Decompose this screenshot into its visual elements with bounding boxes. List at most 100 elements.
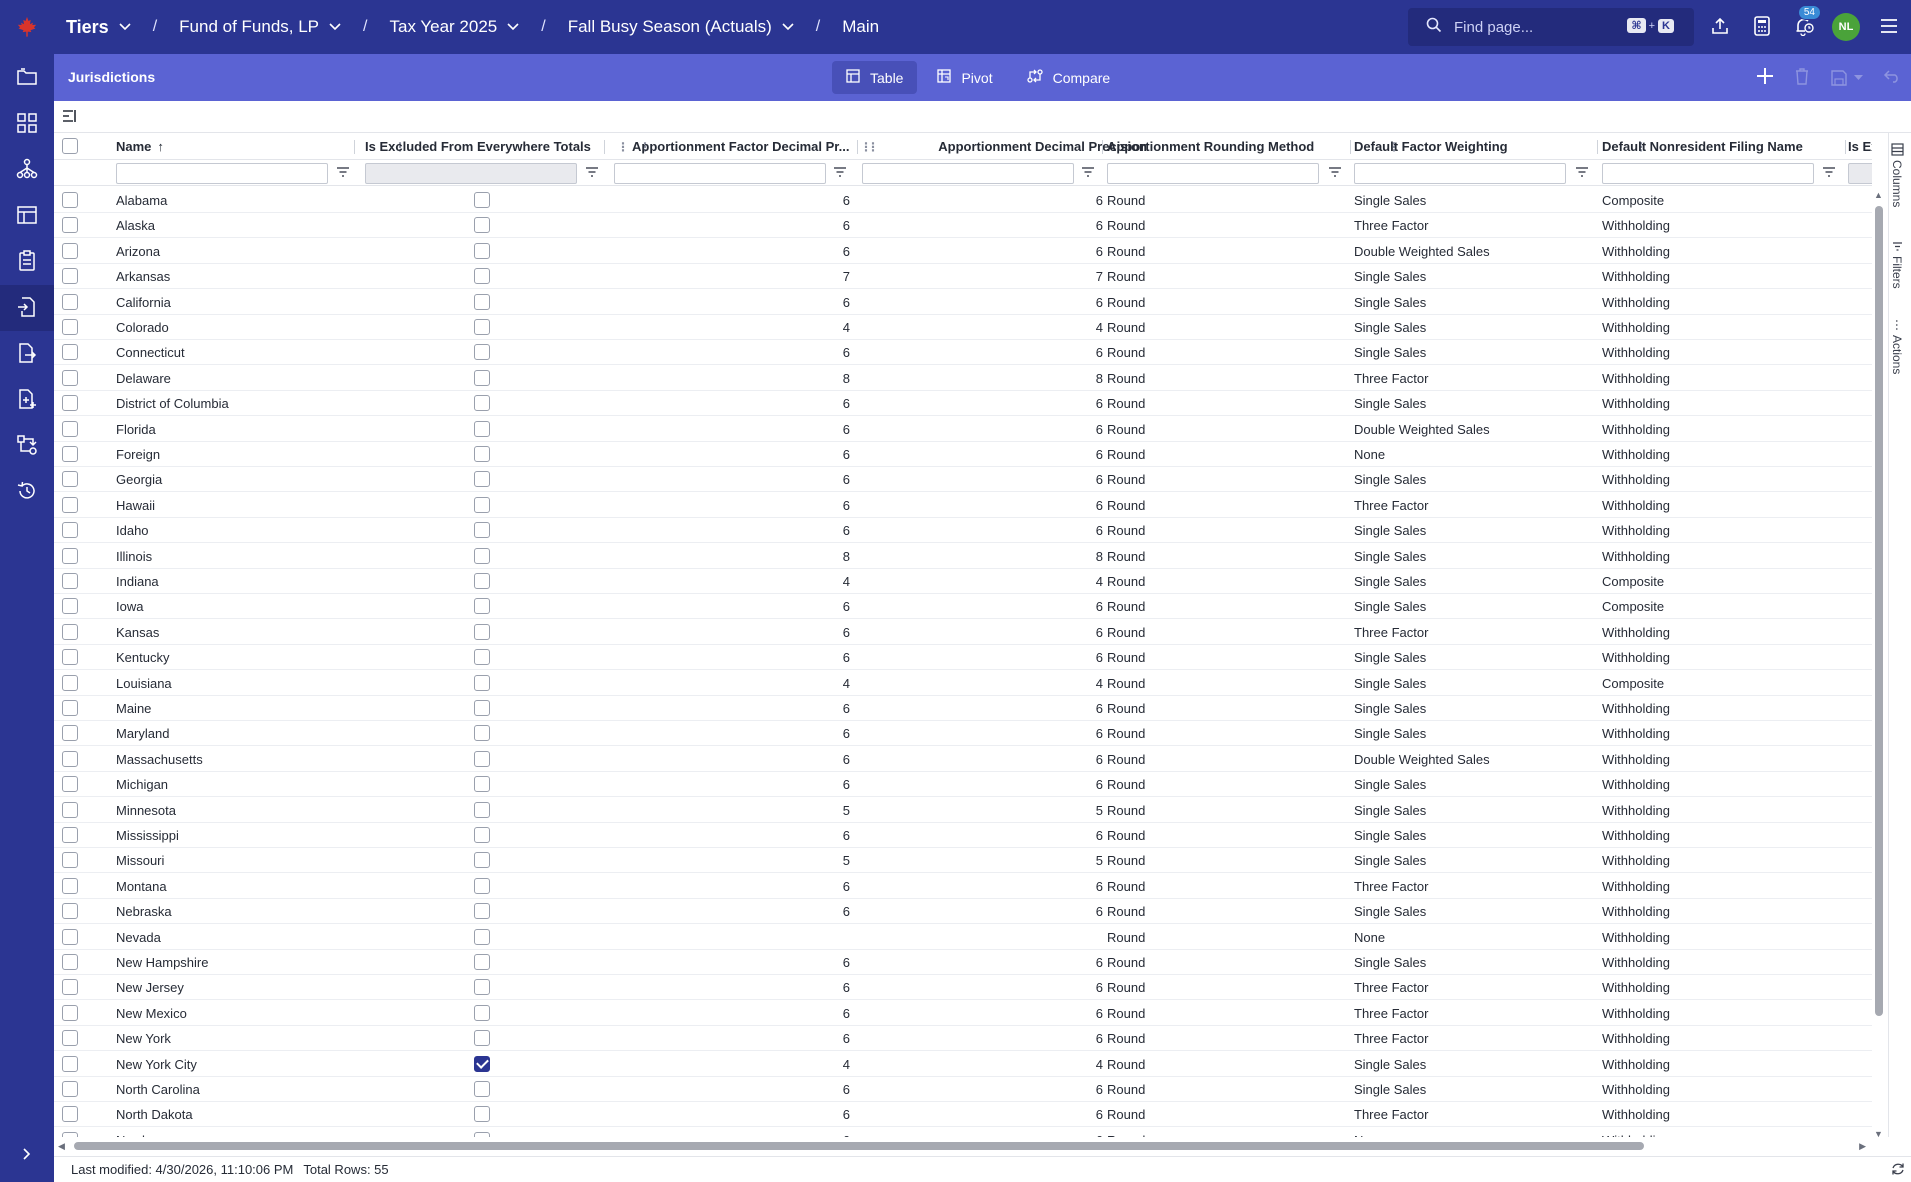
cell-nonresident-filing[interactable]: Withholding <box>1602 340 1832 365</box>
is-excluded-checkbox[interactable] <box>474 217 490 234</box>
cell-name[interactable]: Nowhere <box>116 1128 346 1137</box>
table-row[interactable]: Nevada Round None Withholding <box>54 925 1872 950</box>
cell-factor-precision[interactable]: 6 <box>614 899 850 924</box>
cell-rounding-method[interactable]: Round <box>1107 264 1337 289</box>
cell-decimal-precision[interactable]: 4 <box>862 569 1103 594</box>
row-select-checkbox[interactable] <box>62 827 78 843</box>
cell-nonresident-filing[interactable]: Withholding <box>1602 467 1832 492</box>
cell-nonresident-filing[interactable]: Withholding <box>1602 975 1832 1000</box>
cell-nonresident-filing[interactable]: Withholding <box>1602 620 1832 645</box>
cell-factor-weighting[interactable]: Single Sales <box>1354 1052 1584 1077</box>
cell-factor-precision[interactable]: 8 <box>614 544 850 569</box>
cell-nonresident-filing[interactable]: Withholding <box>1602 544 1832 569</box>
cell-factor-weighting[interactable]: Single Sales <box>1354 188 1584 213</box>
row-select-checkbox[interactable] <box>62 979 78 996</box>
cell-factor-precision[interactable]: 6 <box>614 493 850 518</box>
row-select-checkbox[interactable] <box>62 344 78 361</box>
cell-factor-weighting[interactable]: Single Sales <box>1354 645 1584 670</box>
is-excluded-checkbox[interactable] <box>474 827 490 843</box>
cell-rounding-method[interactable]: Round <box>1107 848 1337 873</box>
cell-factor-weighting[interactable]: Three Factor <box>1354 366 1584 391</box>
cell-name[interactable]: New Hampshire <box>116 950 346 975</box>
main-menu-button[interactable] <box>1867 0 1911 54</box>
cell-nonresident-filing[interactable]: Withholding <box>1602 823 1832 848</box>
table-row[interactable]: North Carolina 6 6 Round Single Sales Withhol… <box>54 1077 1872 1102</box>
is-excluded-checkbox[interactable] <box>474 293 490 310</box>
filter-icon[interactable] <box>336 166 350 181</box>
cell-nonresident-filing[interactable]: Withholding <box>1602 645 1832 670</box>
is-excluded-checkbox[interactable] <box>474 623 490 640</box>
cell-factor-precision[interactable]: 7 <box>614 264 850 289</box>
cell-factor-precision[interactable]: 6 <box>614 467 850 492</box>
row-select-checkbox[interactable] <box>62 801 78 818</box>
cell-decimal-precision[interactable]: 6 <box>862 1128 1103 1137</box>
tab-table[interactable]: Table <box>832 61 918 94</box>
breadcrumb-tax-year[interactable]: Tax Year 2025 <box>389 17 523 37</box>
cell-decimal-precision[interactable]: 8 <box>862 544 1103 569</box>
cell-nonresident-filing[interactable]: Withholding <box>1602 213 1832 238</box>
cell-name[interactable]: Kansas <box>116 620 346 645</box>
cell-nonresident-filing[interactable]: Withholding <box>1602 290 1832 315</box>
cell-decimal-precision[interactable]: 6 <box>862 620 1103 645</box>
cell-factor-precision[interactable]: 6 <box>614 1001 850 1026</box>
cell-rounding-method[interactable]: Round <box>1107 442 1337 467</box>
cell-rounding-method[interactable]: Round <box>1107 899 1337 924</box>
is-excluded-checkbox[interactable] <box>474 420 490 437</box>
is-excluded-checkbox[interactable] <box>474 674 490 691</box>
is-excluded-checkbox[interactable] <box>474 1131 490 1137</box>
cell-name[interactable]: Idaho <box>116 518 346 543</box>
row-select-checkbox[interactable] <box>62 750 78 767</box>
table-row[interactable]: Indiana 4 4 Round Single Sales Composite <box>54 569 1872 594</box>
cell-nonresident-filing[interactable]: Withholding <box>1602 417 1832 442</box>
cell-decimal-precision[interactable]: 6 <box>862 442 1103 467</box>
cell-rounding-method[interactable]: Round <box>1107 1128 1337 1137</box>
is-excluded-checkbox[interactable] <box>474 1030 490 1047</box>
table-row[interactable]: Alabama 6 6 Round Single Sales Composite <box>54 188 1872 213</box>
row-select-checkbox[interactable] <box>62 928 78 945</box>
cell-factor-weighting[interactable]: Single Sales <box>1354 721 1584 746</box>
cell-factor-weighting[interactable]: Single Sales <box>1354 315 1584 340</box>
row-select-checkbox[interactable] <box>62 725 78 742</box>
is-excluded-checkbox[interactable] <box>474 395 490 412</box>
row-select-checkbox[interactable] <box>62 1004 78 1021</box>
cell-nonresident-filing[interactable]: Withholding <box>1602 1077 1832 1102</box>
table-row[interactable]: New York City 4 4 Round Single Sales Withhold… <box>54 1052 1872 1077</box>
cell-factor-precision[interactable]: 6 <box>614 975 850 1000</box>
table-row[interactable]: Montana 6 6 Round Three Factor Withholding <box>54 874 1872 899</box>
cell-name[interactable]: Maine <box>116 696 346 721</box>
cell-name[interactable]: Minnesota <box>116 798 346 823</box>
cell-factor-precision[interactable]: 8 <box>614 366 850 391</box>
row-select-checkbox[interactable] <box>62 776 78 793</box>
filter-icon[interactable] <box>1328 166 1342 181</box>
cell-rounding-method[interactable]: Round <box>1107 239 1337 264</box>
cell-name[interactable]: Foreign <box>116 442 346 467</box>
cell-factor-precision[interactable]: 6 <box>614 1077 850 1102</box>
is-excluded-checkbox[interactable] <box>474 801 490 818</box>
vertical-scrollbar-thumb[interactable] <box>1875 206 1883 1016</box>
actions-panel-toggle[interactable]: ⋯ Actions <box>1890 319 1904 374</box>
cell-decimal-precision[interactable]: 6 <box>862 975 1103 1000</box>
cell-nonresident-filing[interactable]: Withholding <box>1602 366 1832 391</box>
cell-decimal-precision[interactable]: 6 <box>862 213 1103 238</box>
cell-name[interactable]: California <box>116 290 346 315</box>
cell-name[interactable]: District of Columbia <box>116 391 346 416</box>
row-select-checkbox[interactable] <box>62 293 78 310</box>
table-row[interactable]: California 6 6 Round Single Sales Withholding <box>54 290 1872 315</box>
row-select-checkbox[interactable] <box>62 547 78 564</box>
nav-item-dashboard[interactable] <box>0 101 54 147</box>
cell-rounding-method[interactable]: Round <box>1107 721 1337 746</box>
cell-name[interactable]: New York City <box>116 1052 346 1077</box>
table-row[interactable]: North Dakota 6 6 Round Three Factor Withholdi… <box>54 1102 1872 1128</box>
table-row[interactable]: Mississippi 6 6 Round Single Sales Withholdin… <box>54 823 1872 848</box>
cell-decimal-precision[interactable]: 6 <box>862 874 1103 899</box>
nav-item-tables[interactable] <box>0 193 54 239</box>
scroll-up-arrow-icon[interactable]: ▲ <box>1874 190 1883 200</box>
upload-button[interactable] <box>1699 0 1741 54</box>
is-excluded-checkbox[interactable] <box>474 649 490 666</box>
is-excluded-checkbox[interactable] <box>474 852 490 869</box>
column-resize-handle[interactable] <box>1845 140 1846 154</box>
filters-panel-toggle[interactable]: Filters <box>1890 241 1904 289</box>
cell-factor-precision[interactable]: 6 <box>614 1102 850 1127</box>
cell-factor-precision[interactable]: 6 <box>614 188 850 213</box>
cell-name[interactable]: Missouri <box>116 848 346 873</box>
